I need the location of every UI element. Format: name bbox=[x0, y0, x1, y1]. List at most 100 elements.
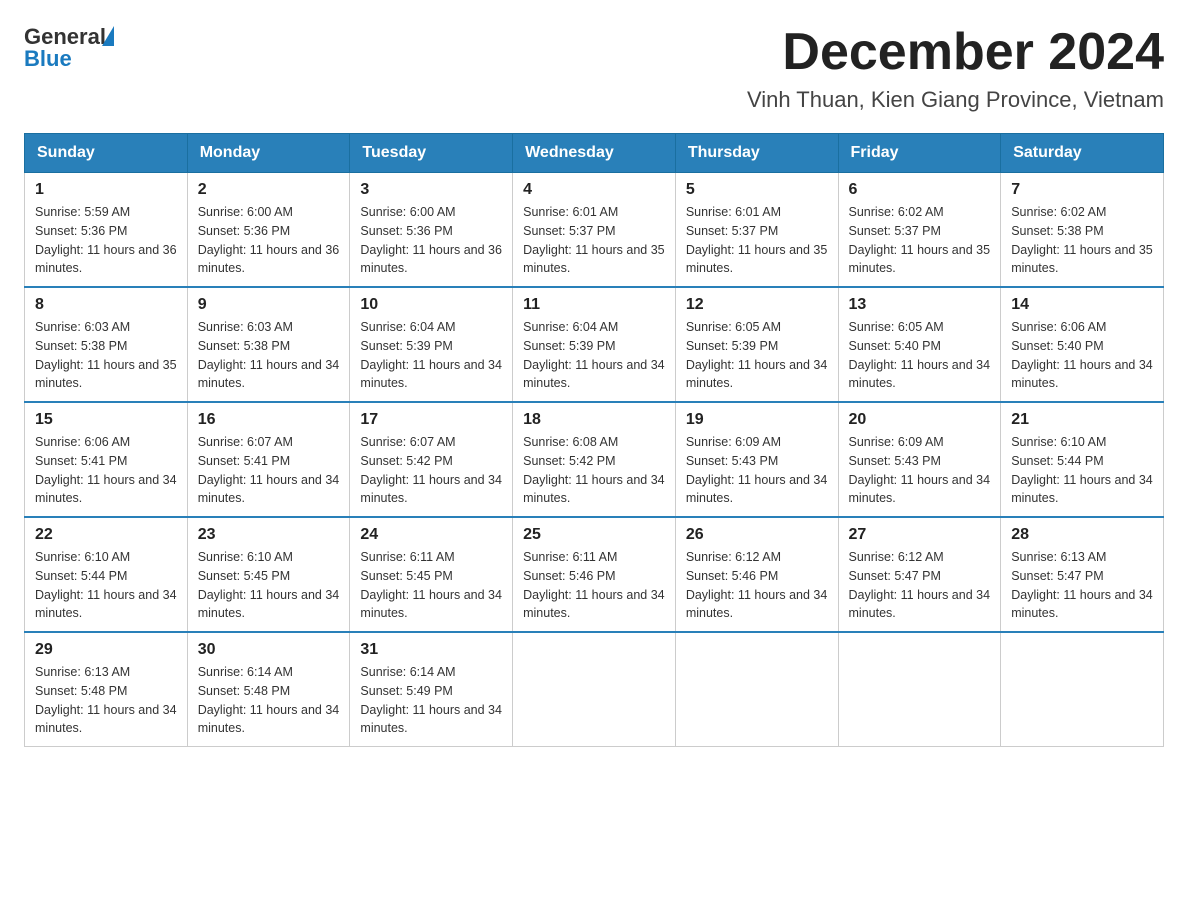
day-info: Sunrise: 6:05 AMSunset: 5:40 PMDaylight:… bbox=[849, 318, 991, 393]
day-info: Sunrise: 6:13 AMSunset: 5:47 PMDaylight:… bbox=[1011, 548, 1153, 623]
day-info: Sunrise: 6:02 AMSunset: 5:38 PMDaylight:… bbox=[1011, 203, 1153, 278]
calendar-cell: 8Sunrise: 6:03 AMSunset: 5:38 PMDaylight… bbox=[25, 287, 188, 402]
day-info: Sunrise: 6:14 AMSunset: 5:48 PMDaylight:… bbox=[198, 663, 340, 738]
calendar-cell bbox=[838, 632, 1001, 747]
day-number: 10 bbox=[360, 296, 502, 314]
calendar-cell: 17Sunrise: 6:07 AMSunset: 5:42 PMDayligh… bbox=[350, 402, 513, 517]
header-day-tuesday: Tuesday bbox=[350, 134, 513, 173]
day-number: 12 bbox=[686, 296, 828, 314]
calendar-cell: 21 Sunrise: 6:10 AMSunset: 5:44 PMDayligh… bbox=[1001, 402, 1164, 517]
page-header: General Blue December 2024 Vinh Thuan, K… bbox=[24, 24, 1164, 113]
day-info: Sunrise: 6:13 AMSunset: 5:48 PMDaylight:… bbox=[35, 663, 177, 738]
header-day-monday: Monday bbox=[187, 134, 350, 173]
day-number: 15 bbox=[35, 411, 177, 429]
day-number: 5 bbox=[686, 181, 828, 199]
calendar-week-row: 22 Sunrise: 6:10 AMSunset: 5:44 PMDayligh… bbox=[25, 517, 1164, 632]
calendar-cell: 16Sunrise: 6:07 AMSunset: 5:41 PMDayligh… bbox=[187, 402, 350, 517]
header-day-wednesday: Wednesday bbox=[513, 134, 676, 173]
day-info: Sunrise: 6:02 AMSunset: 5:37 PMDaylight:… bbox=[849, 203, 991, 278]
calendar-cell: 7Sunrise: 6:02 AMSunset: 5:38 PMDaylight… bbox=[1001, 173, 1164, 288]
day-info: Sunrise: 6:06 AMSunset: 5:41 PMDaylight:… bbox=[35, 433, 177, 508]
day-number: 22 bbox=[35, 526, 177, 544]
calendar-cell bbox=[675, 632, 838, 747]
day-info: Sunrise: 6:11 AMSunset: 5:45 PMDaylight:… bbox=[360, 548, 502, 623]
calendar-cell: 23 Sunrise: 6:10 AMSunset: 5:45 PMDayligh… bbox=[187, 517, 350, 632]
logo-arrow-icon bbox=[102, 26, 114, 46]
calendar-cell: 19 Sunrise: 6:09 AMSunset: 5:43 PMDayligh… bbox=[675, 402, 838, 517]
calendar-cell: 26Sunrise: 6:12 AMSunset: 5:46 PMDayligh… bbox=[675, 517, 838, 632]
day-info: Sunrise: 6:10 AMSunset: 5:44 PMDaylight:… bbox=[1011, 433, 1153, 508]
day-info: Sunrise: 6:00 AMSunset: 5:36 PMDaylight:… bbox=[198, 203, 340, 278]
day-number: 19 bbox=[686, 411, 828, 429]
day-info: Sunrise: 6:05 AMSunset: 5:39 PMDaylight:… bbox=[686, 318, 828, 393]
calendar-cell: 28Sunrise: 6:13 AMSunset: 5:47 PMDayligh… bbox=[1001, 517, 1164, 632]
day-number: 2 bbox=[198, 181, 340, 199]
day-number: 20 bbox=[849, 411, 991, 429]
day-number: 11 bbox=[523, 296, 665, 314]
day-number: 1 bbox=[35, 181, 177, 199]
day-info: Sunrise: 6:09 AMSunset: 5:43 PMDaylight:… bbox=[686, 433, 828, 508]
day-number: 27 bbox=[849, 526, 991, 544]
calendar-cell: 14 Sunrise: 6:06 AMSunset: 5:40 PMDayligh… bbox=[1001, 287, 1164, 402]
calendar-week-row: 15 Sunrise: 6:06 AMSunset: 5:41 PMDayligh… bbox=[25, 402, 1164, 517]
day-number: 6 bbox=[849, 181, 991, 199]
day-number: 18 bbox=[523, 411, 665, 429]
day-info: Sunrise: 6:07 AMSunset: 5:42 PMDaylight:… bbox=[360, 433, 502, 508]
calendar-cell: 22 Sunrise: 6:10 AMSunset: 5:44 PMDayligh… bbox=[25, 517, 188, 632]
day-info: Sunrise: 6:01 AMSunset: 5:37 PMDaylight:… bbox=[523, 203, 665, 278]
header-day-friday: Friday bbox=[838, 134, 1001, 173]
day-number: 16 bbox=[198, 411, 340, 429]
day-number: 23 bbox=[198, 526, 340, 544]
calendar-cell: 31 Sunrise: 6:14 AMSunset: 5:49 PMDayligh… bbox=[350, 632, 513, 747]
calendar-week-row: 8Sunrise: 6:03 AMSunset: 5:38 PMDaylight… bbox=[25, 287, 1164, 402]
day-info: Sunrise: 6:09 AMSunset: 5:43 PMDaylight:… bbox=[849, 433, 991, 508]
day-info: Sunrise: 6:08 AMSunset: 5:42 PMDaylight:… bbox=[523, 433, 665, 508]
calendar-cell: 2 Sunrise: 6:00 AMSunset: 5:36 PMDaylight… bbox=[187, 173, 350, 288]
calendar-week-row: 29 Sunrise: 6:13 AMSunset: 5:48 PMDayligh… bbox=[25, 632, 1164, 747]
day-number: 14 bbox=[1011, 296, 1153, 314]
calendar-cell: 24Sunrise: 6:11 AMSunset: 5:45 PMDayligh… bbox=[350, 517, 513, 632]
calendar-cell: 12 Sunrise: 6:05 AMSunset: 5:39 PMDayligh… bbox=[675, 287, 838, 402]
day-info: Sunrise: 6:11 AMSunset: 5:46 PMDaylight:… bbox=[523, 548, 665, 623]
calendar-table: SundayMondayTuesdayWednesdayThursdayFrid… bbox=[24, 133, 1164, 747]
day-info: Sunrise: 6:10 AMSunset: 5:45 PMDaylight:… bbox=[198, 548, 340, 623]
calendar-subtitle: Vinh Thuan, Kien Giang Province, Vietnam bbox=[747, 87, 1164, 113]
calendar-header-row: SundayMondayTuesdayWednesdayThursdayFrid… bbox=[25, 134, 1164, 173]
calendar-cell: 18 Sunrise: 6:08 AMSunset: 5:42 PMDayligh… bbox=[513, 402, 676, 517]
day-info: Sunrise: 6:04 AMSunset: 5:39 PMDaylight:… bbox=[360, 318, 502, 393]
day-number: 4 bbox=[523, 181, 665, 199]
header-day-thursday: Thursday bbox=[675, 134, 838, 173]
header-day-saturday: Saturday bbox=[1001, 134, 1164, 173]
day-info: Sunrise: 6:03 AMSunset: 5:38 PMDaylight:… bbox=[198, 318, 340, 393]
day-number: 3 bbox=[360, 181, 502, 199]
calendar-cell: 9Sunrise: 6:03 AMSunset: 5:38 PMDaylight… bbox=[187, 287, 350, 402]
calendar-week-row: 1Sunrise: 5:59 AMSunset: 5:36 PMDaylight… bbox=[25, 173, 1164, 288]
day-info: Sunrise: 6:00 AMSunset: 5:36 PMDaylight:… bbox=[360, 203, 502, 278]
day-number: 21 bbox=[1011, 411, 1153, 429]
day-info: Sunrise: 6:01 AMSunset: 5:37 PMDaylight:… bbox=[686, 203, 828, 278]
day-number: 29 bbox=[35, 641, 177, 659]
calendar-cell: 1Sunrise: 5:59 AMSunset: 5:36 PMDaylight… bbox=[25, 173, 188, 288]
calendar-cell: 5 Sunrise: 6:01 AMSunset: 5:37 PMDaylight… bbox=[675, 173, 838, 288]
calendar-cell: 25 Sunrise: 6:11 AMSunset: 5:46 PMDayligh… bbox=[513, 517, 676, 632]
day-info: Sunrise: 6:06 AMSunset: 5:40 PMDaylight:… bbox=[1011, 318, 1153, 393]
day-info: Sunrise: 6:12 AMSunset: 5:46 PMDaylight:… bbox=[686, 548, 828, 623]
day-info: Sunrise: 6:03 AMSunset: 5:38 PMDaylight:… bbox=[35, 318, 177, 393]
calendar-cell: 6 Sunrise: 6:02 AMSunset: 5:37 PMDaylight… bbox=[838, 173, 1001, 288]
title-section: December 2024 Vinh Thuan, Kien Giang Pro… bbox=[747, 24, 1164, 113]
day-info: Sunrise: 6:10 AMSunset: 5:44 PMDaylight:… bbox=[35, 548, 177, 623]
calendar-cell: 29 Sunrise: 6:13 AMSunset: 5:48 PMDayligh… bbox=[25, 632, 188, 747]
header-day-sunday: Sunday bbox=[25, 134, 188, 173]
day-number: 31 bbox=[360, 641, 502, 659]
calendar-cell: 11 Sunrise: 6:04 AMSunset: 5:39 PMDayligh… bbox=[513, 287, 676, 402]
calendar-title: December 2024 bbox=[747, 24, 1164, 81]
day-info: Sunrise: 6:12 AMSunset: 5:47 PMDaylight:… bbox=[849, 548, 991, 623]
calendar-cell: 30Sunrise: 6:14 AMSunset: 5:48 PMDayligh… bbox=[187, 632, 350, 747]
calendar-cell: 27 Sunrise: 6:12 AMSunset: 5:47 PMDayligh… bbox=[838, 517, 1001, 632]
day-info: Sunrise: 6:14 AMSunset: 5:49 PMDaylight:… bbox=[360, 663, 502, 738]
day-number: 25 bbox=[523, 526, 665, 544]
logo: General Blue bbox=[24, 24, 114, 72]
calendar-cell: 4 Sunrise: 6:01 AMSunset: 5:37 PMDaylight… bbox=[513, 173, 676, 288]
calendar-cell: 10 Sunrise: 6:04 AMSunset: 5:39 PMDayligh… bbox=[350, 287, 513, 402]
day-info: Sunrise: 6:04 AMSunset: 5:39 PMDaylight:… bbox=[523, 318, 665, 393]
